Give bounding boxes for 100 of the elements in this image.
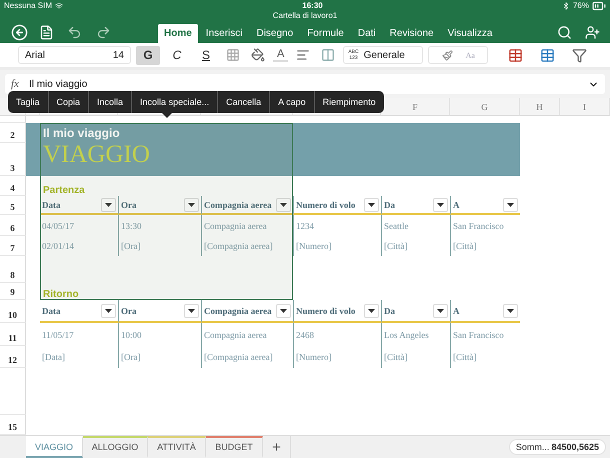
filter-dropdown-button[interactable] bbox=[184, 198, 199, 212]
ribbon-tab[interactable]: Formule bbox=[301, 24, 350, 43]
redo-button[interactable] bbox=[96, 24, 111, 40]
caret-icon bbox=[188, 308, 195, 312]
column-header: Data bbox=[42, 200, 60, 210]
banner-subtitle: Il mio viaggio bbox=[43, 126, 121, 140]
file-button[interactable] bbox=[39, 24, 54, 40]
table-cell: Compagnia aerea bbox=[201, 215, 293, 236]
table-cell: [Città] bbox=[381, 236, 450, 256]
menu-item[interactable]: A capo bbox=[270, 91, 315, 113]
ribbon-tab[interactable]: Revisione bbox=[384, 24, 440, 43]
formula-bar[interactable]: fx Il mio viaggio bbox=[5, 74, 605, 94]
underline-button[interactable]: S bbox=[194, 46, 218, 64]
menu-item[interactable]: Incolla bbox=[89, 91, 132, 113]
section-label: Partenza bbox=[42, 185, 86, 196]
sheet-tab[interactable]: ATTIVITÀ bbox=[148, 436, 206, 458]
battery-icon bbox=[592, 0, 606, 12]
undo-button[interactable] bbox=[67, 24, 82, 40]
add-sheet-button[interactable]: + bbox=[263, 436, 291, 458]
filter-dropdown-button[interactable] bbox=[101, 198, 116, 212]
menu-item[interactable]: Taglia bbox=[8, 91, 49, 113]
caret-icon bbox=[188, 202, 195, 206]
filter-dropdown-button[interactable] bbox=[503, 304, 518, 318]
caret-icon bbox=[105, 202, 112, 206]
row-number[interactable]: 5 bbox=[0, 196, 26, 215]
table-cell: Seattle bbox=[381, 215, 450, 236]
table-cell: 13:30 bbox=[118, 215, 201, 236]
filter-dropdown-button[interactable] bbox=[364, 304, 379, 318]
sheet-tab[interactable]: BUDGET bbox=[206, 436, 263, 458]
sheet-tab[interactable]: VIAGGIO bbox=[26, 436, 83, 458]
ribbon-tab[interactable]: Disegno bbox=[250, 24, 300, 43]
filter-dropdown-button[interactable] bbox=[503, 198, 518, 212]
table-cell: [Numero] bbox=[293, 346, 381, 368]
row-header bbox=[0, 368, 26, 415]
column-header[interactable]: G bbox=[450, 98, 520, 115]
carrier-name: Nessuna SIM bbox=[4, 1, 52, 10]
column-header: Data bbox=[42, 306, 60, 316]
column-header: Da bbox=[384, 200, 395, 210]
table-cell: [Numero] bbox=[293, 236, 381, 256]
caret-icon bbox=[368, 202, 375, 206]
row-number[interactable]: 8 bbox=[0, 256, 26, 283]
filter-dropdown-button[interactable] bbox=[364, 198, 379, 212]
search-button[interactable] bbox=[557, 24, 572, 40]
filter-dropdown-button[interactable] bbox=[276, 198, 291, 212]
italic-button[interactable]: C bbox=[165, 46, 189, 64]
row-number[interactable]: 9 bbox=[0, 283, 26, 300]
menu-item[interactable]: Copia bbox=[48, 91, 90, 113]
row-number[interactable]: 11 bbox=[0, 323, 26, 346]
table-cell: San Francisco bbox=[450, 323, 520, 346]
table-cell: Los Angeles bbox=[381, 323, 450, 346]
table-cell: 10:00 bbox=[118, 323, 201, 346]
caret-icon bbox=[437, 202, 444, 206]
ribbon-tab[interactable]: Visualizza bbox=[442, 24, 498, 43]
row-number[interactable]: 12 bbox=[0, 346, 26, 368]
filter-dropdown-button[interactable] bbox=[276, 304, 291, 318]
row-number[interactable]: 7 bbox=[0, 236, 26, 256]
table-cell-text: 11/05/17 bbox=[41, 328, 75, 342]
clock-time: 16:30 bbox=[302, 1, 323, 10]
ribbon-tab[interactable]: Inserisci bbox=[200, 24, 248, 43]
section-label: Ritorno bbox=[42, 289, 80, 300]
row-number[interactable]: 4 bbox=[0, 176, 26, 196]
caret-icon bbox=[280, 308, 287, 312]
column-header: Numero di volo bbox=[296, 306, 356, 316]
menu-item[interactable]: Riempimento bbox=[314, 91, 384, 113]
filter-dropdown-button[interactable] bbox=[101, 304, 116, 318]
caret-icon bbox=[507, 202, 514, 206]
row-number[interactable]: 6 bbox=[0, 215, 26, 236]
share-button[interactable] bbox=[585, 24, 600, 40]
column-header: Ora bbox=[121, 200, 136, 210]
caret-icon bbox=[437, 308, 444, 312]
font-field[interactable]: Arial 14 bbox=[18, 46, 131, 64]
table-cell-text: [Data] bbox=[41, 351, 66, 364]
bold-button[interactable]: G bbox=[136, 46, 160, 64]
filter-dropdown-button[interactable] bbox=[433, 304, 448, 318]
wifi-icon bbox=[55, 2, 64, 10]
menu-item[interactable]: Incolla speciale... bbox=[132, 91, 218, 113]
ribbon-tab[interactable]: Home bbox=[158, 24, 198, 43]
sum-indicator[interactable]: Somm... 84500,5625 bbox=[508, 439, 606, 455]
table-cell: [Compagnia aerea] bbox=[201, 236, 293, 256]
font-name: Arial bbox=[25, 50, 46, 60]
column-header: Compagnia aerea bbox=[204, 200, 272, 210]
column-header: Compagnia aerea bbox=[204, 306, 272, 316]
back-button[interactable] bbox=[11, 24, 28, 40]
font-color-button[interactable]: A bbox=[273, 48, 288, 62]
row-number[interactable]: 10 bbox=[0, 300, 26, 323]
menu-item[interactable]: Cancella bbox=[218, 91, 270, 113]
table-cell: Compagnia aerea bbox=[201, 323, 293, 346]
column-header: A bbox=[453, 306, 460, 316]
table-cell: [Città] bbox=[450, 236, 520, 256]
sheet-tab[interactable]: ALLOGGIO bbox=[83, 436, 148, 458]
filter-dropdown-button[interactable] bbox=[184, 304, 199, 318]
bluetooth-icon bbox=[562, 2, 570, 10]
caret-icon bbox=[105, 308, 112, 312]
ribbon-tab[interactable]: Dati bbox=[352, 24, 382, 43]
table-cell-text: 04/05/17 bbox=[41, 220, 76, 232]
document-title: Cartella di lavoro1 bbox=[272, 11, 338, 21]
column-header: Da bbox=[384, 306, 395, 316]
column-header[interactable]: H bbox=[520, 98, 560, 115]
filter-dropdown-button[interactable] bbox=[433, 198, 448, 212]
column-header[interactable]: I bbox=[560, 98, 610, 115]
